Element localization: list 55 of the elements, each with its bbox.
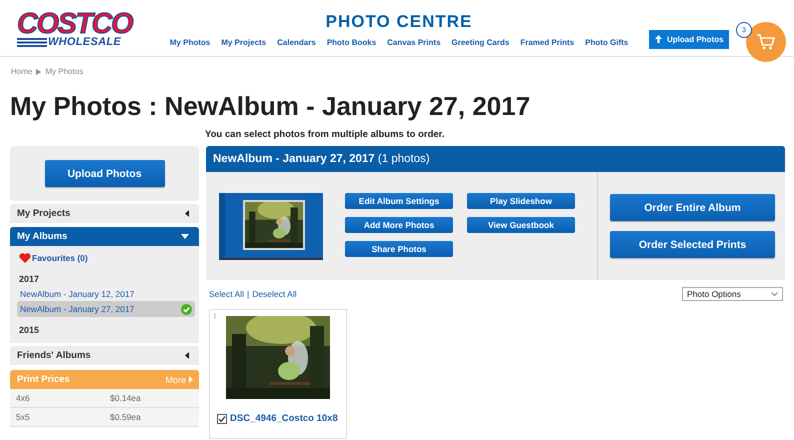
print-prices-title: Print Prices (17, 374, 70, 385)
album-action-button[interactable]: Edit Album Settings (345, 193, 453, 209)
nav-link[interactable]: Calendars (277, 38, 316, 47)
nav-link[interactable]: Photo Books (326, 38, 376, 47)
year-heading: 2015 (19, 324, 40, 337)
caret-left-icon (185, 210, 189, 217)
panel-header[interactable]: My Albums (10, 227, 199, 246)
photo-name-link[interactable]: DSC_4946_Costco 10x8 (230, 413, 338, 424)
nav-link[interactable]: My Photos (170, 38, 210, 47)
album-title: NewAlbum - January 27, 2017 (1 photos) (213, 153, 430, 165)
check-circle-icon (181, 304, 192, 314)
nav-link[interactable]: Canvas Prints (387, 38, 441, 47)
panel-header[interactable]: My Projects (10, 204, 199, 223)
order-button[interactable]: Order Entire Album (610, 194, 775, 221)
print-price: $0.14ea (110, 393, 141, 403)
nav-link[interactable]: My Projects (221, 38, 266, 47)
site-title: PHOTO CENTRE (326, 12, 472, 32)
caret-right-icon (189, 376, 193, 383)
link-separator: | (246, 289, 250, 299)
checkbox[interactable] (217, 414, 227, 424)
logo-stripes-icon (17, 38, 47, 46)
notice-text: You can select photos from multiple albums to order. (205, 129, 446, 140)
deselect-all-link[interactable]: Deselect All (252, 289, 297, 299)
page-title: My Photos : NewAlbum - January 27, 2017 (10, 91, 532, 121)
nav-link[interactable]: Greeting Cards (452, 38, 510, 47)
album-action-button[interactable]: Play Slideshow (467, 193, 575, 209)
print-price: $0.59ea (110, 412, 141, 422)
logo-tagline: WHOLESALE (48, 36, 121, 48)
nav-link[interactable]: Framed Prints (520, 38, 574, 47)
panel-header[interactable]: Friends' Albums (10, 346, 199, 365)
print-size: 4x6 (16, 393, 31, 403)
photo-options-dropdown[interactable]: Photo Options (682, 287, 783, 301)
upload-photos-button[interactable]: Upload Photos (44, 160, 164, 187)
breadcrumb-link[interactable]: Home (11, 67, 32, 76)
favourites-link[interactable]: Favourites (0) (32, 253, 88, 263)
logo-wordmark: COSTCO (17, 10, 132, 36)
select-all-link[interactable]: Select All (209, 289, 244, 299)
album-link[interactable]: NewAlbum - January 12, 2017 (20, 286, 195, 301)
album-action-button[interactable]: View Guestbook (467, 217, 575, 233)
print-size: 5x5 (16, 412, 31, 422)
heart-icon (19, 253, 31, 263)
caret-down-icon (181, 234, 189, 239)
caret-left-icon (185, 352, 189, 359)
cart-icon (757, 34, 775, 50)
caret-icon (36, 68, 42, 74)
chevron-down-icon (771, 292, 778, 296)
album-action-button[interactable]: Share Photos (345, 241, 453, 257)
album-link[interactable]: NewAlbum - January 27, 2017 (17, 301, 195, 317)
upload-arrow-icon (655, 35, 662, 43)
breadcrumb-link[interactable]: My Photos (45, 67, 84, 76)
year-heading: 2017 (19, 273, 40, 286)
upload-photos-button[interactable]: Upload Photos (649, 30, 730, 48)
album-action-button[interactable]: Add More Photos (345, 217, 453, 233)
nav-link[interactable]: Photo Gifts (585, 38, 628, 47)
order-button[interactable]: Order Selected Prints (610, 231, 775, 258)
